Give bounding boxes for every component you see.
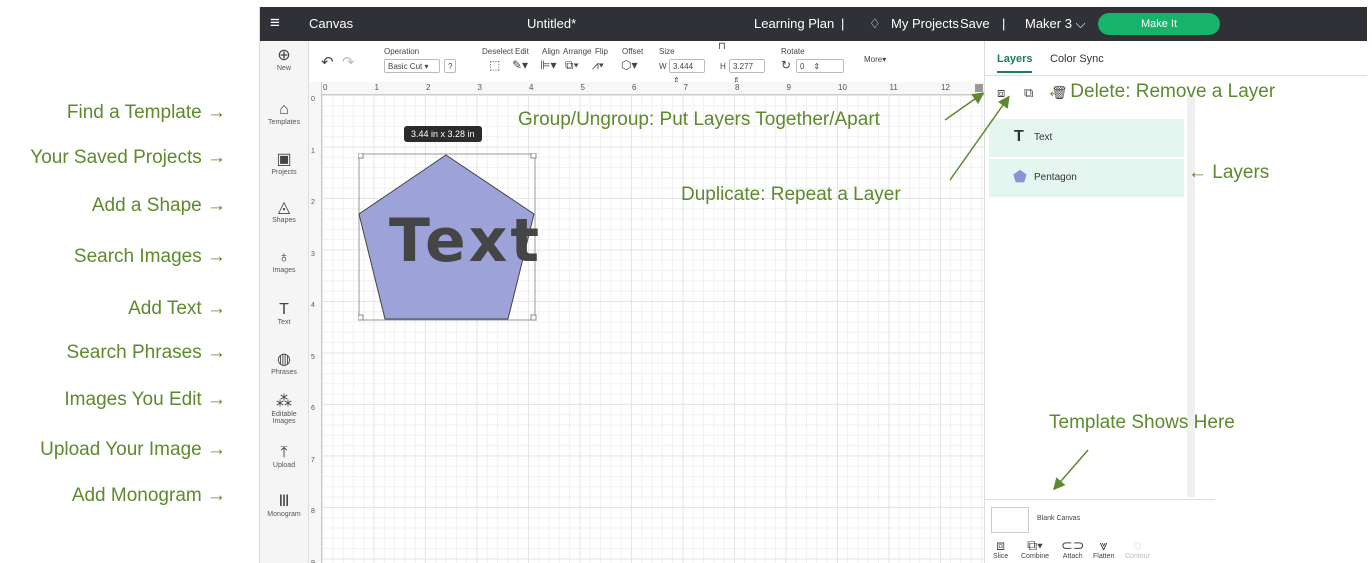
arrow-template xyxy=(1053,449,1089,491)
annotation-arrows xyxy=(944,92,1089,491)
arrow-group xyxy=(944,92,985,121)
